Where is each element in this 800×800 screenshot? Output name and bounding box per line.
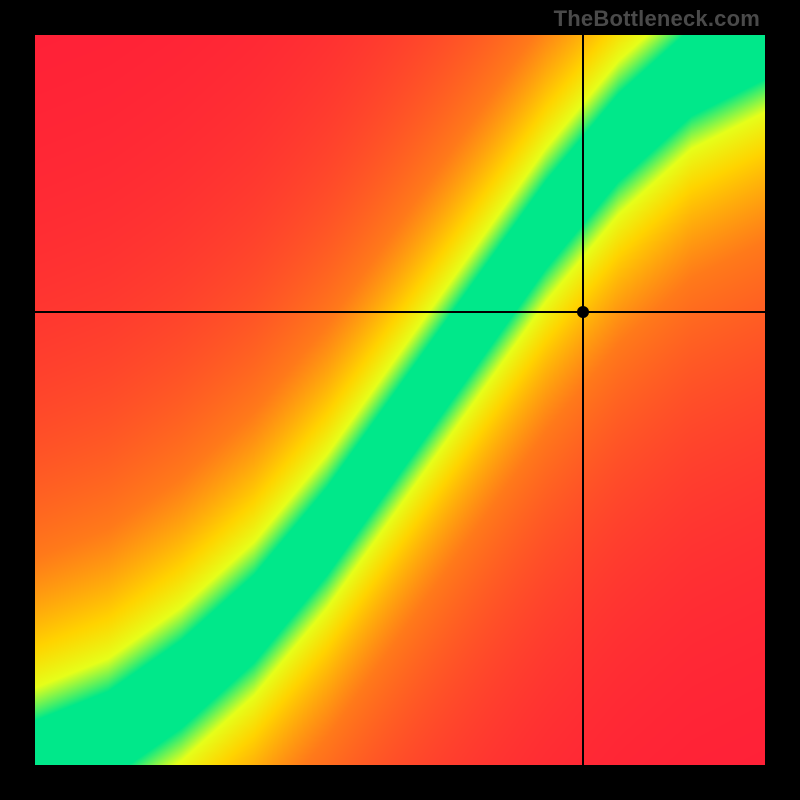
chart-frame: { "watermark": "TheBottleneck.com", "cha… [0,0,800,800]
marker-dot [577,306,589,318]
crosshair-vertical [582,35,584,765]
heatmap-canvas [35,35,765,765]
watermark-text: TheBottleneck.com [554,6,760,32]
heatmap-plot [35,35,765,765]
crosshair-horizontal [35,311,765,313]
